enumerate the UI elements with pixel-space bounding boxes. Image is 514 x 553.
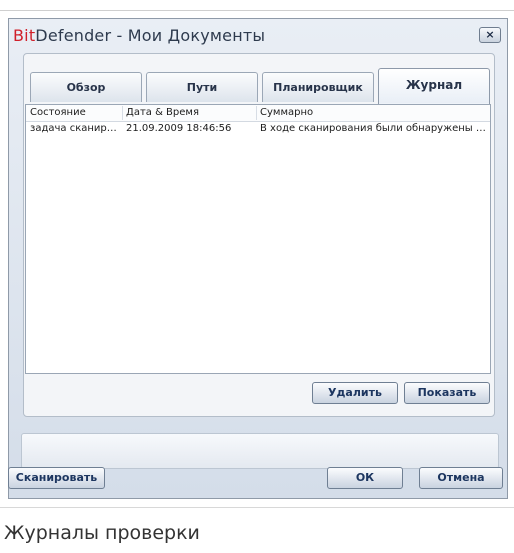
column-header-datetime[interactable]: Дата & Время [126,107,252,118]
brand-bit: Bit [13,26,36,45]
cell-summary: В ходе сканирования были обнаружены у... [260,123,486,134]
top-divider [0,10,514,11]
show-button[interactable]: Показать [404,382,490,404]
caption-divider [0,507,514,508]
scan-button[interactable]: Сканировать [8,467,105,489]
cancel-button[interactable]: Отмена [419,467,503,489]
delete-button[interactable]: Удалить [312,382,398,404]
close-button[interactable]: × [479,27,501,43]
column-header-summary[interactable]: Суммарно [260,107,486,118]
close-icon: × [485,28,495,41]
tab-log[interactable]: Журнал [378,68,490,106]
table-row[interactable]: задача сканиро... 21.09.2009 18:46:56 В … [26,122,490,138]
tab-overview[interactable]: Обзор [30,72,142,102]
column-separator[interactable] [122,106,123,120]
column-separator[interactable] [256,106,257,120]
tab-scheduler[interactable]: Планировщик [262,72,374,102]
cell-datetime: 21.09.2009 18:46:56 [126,123,232,134]
cell-status: задача сканиро... [30,123,122,134]
bitdefender-window: BitDefender - Мои Документы × Обзор Пути… [8,18,508,499]
log-list[interactable]: Состояние Дата & Время Суммарно задача с… [25,104,491,374]
content-panel: Обзор Пути Планировщик Журнал Состояние … [23,53,495,417]
window-title: BitDefender - Мои Документы [13,26,265,45]
ok-button[interactable]: ОК [327,467,403,489]
window-title-text: Defender - Мои Документы [35,26,266,45]
tab-paths[interactable]: Пути [146,72,258,102]
image-caption: Журналы проверки [4,522,200,544]
column-header-status[interactable]: Состояние [30,107,120,118]
list-header: Состояние Дата & Время Суммарно [26,105,490,122]
bottom-panel [21,433,499,469]
